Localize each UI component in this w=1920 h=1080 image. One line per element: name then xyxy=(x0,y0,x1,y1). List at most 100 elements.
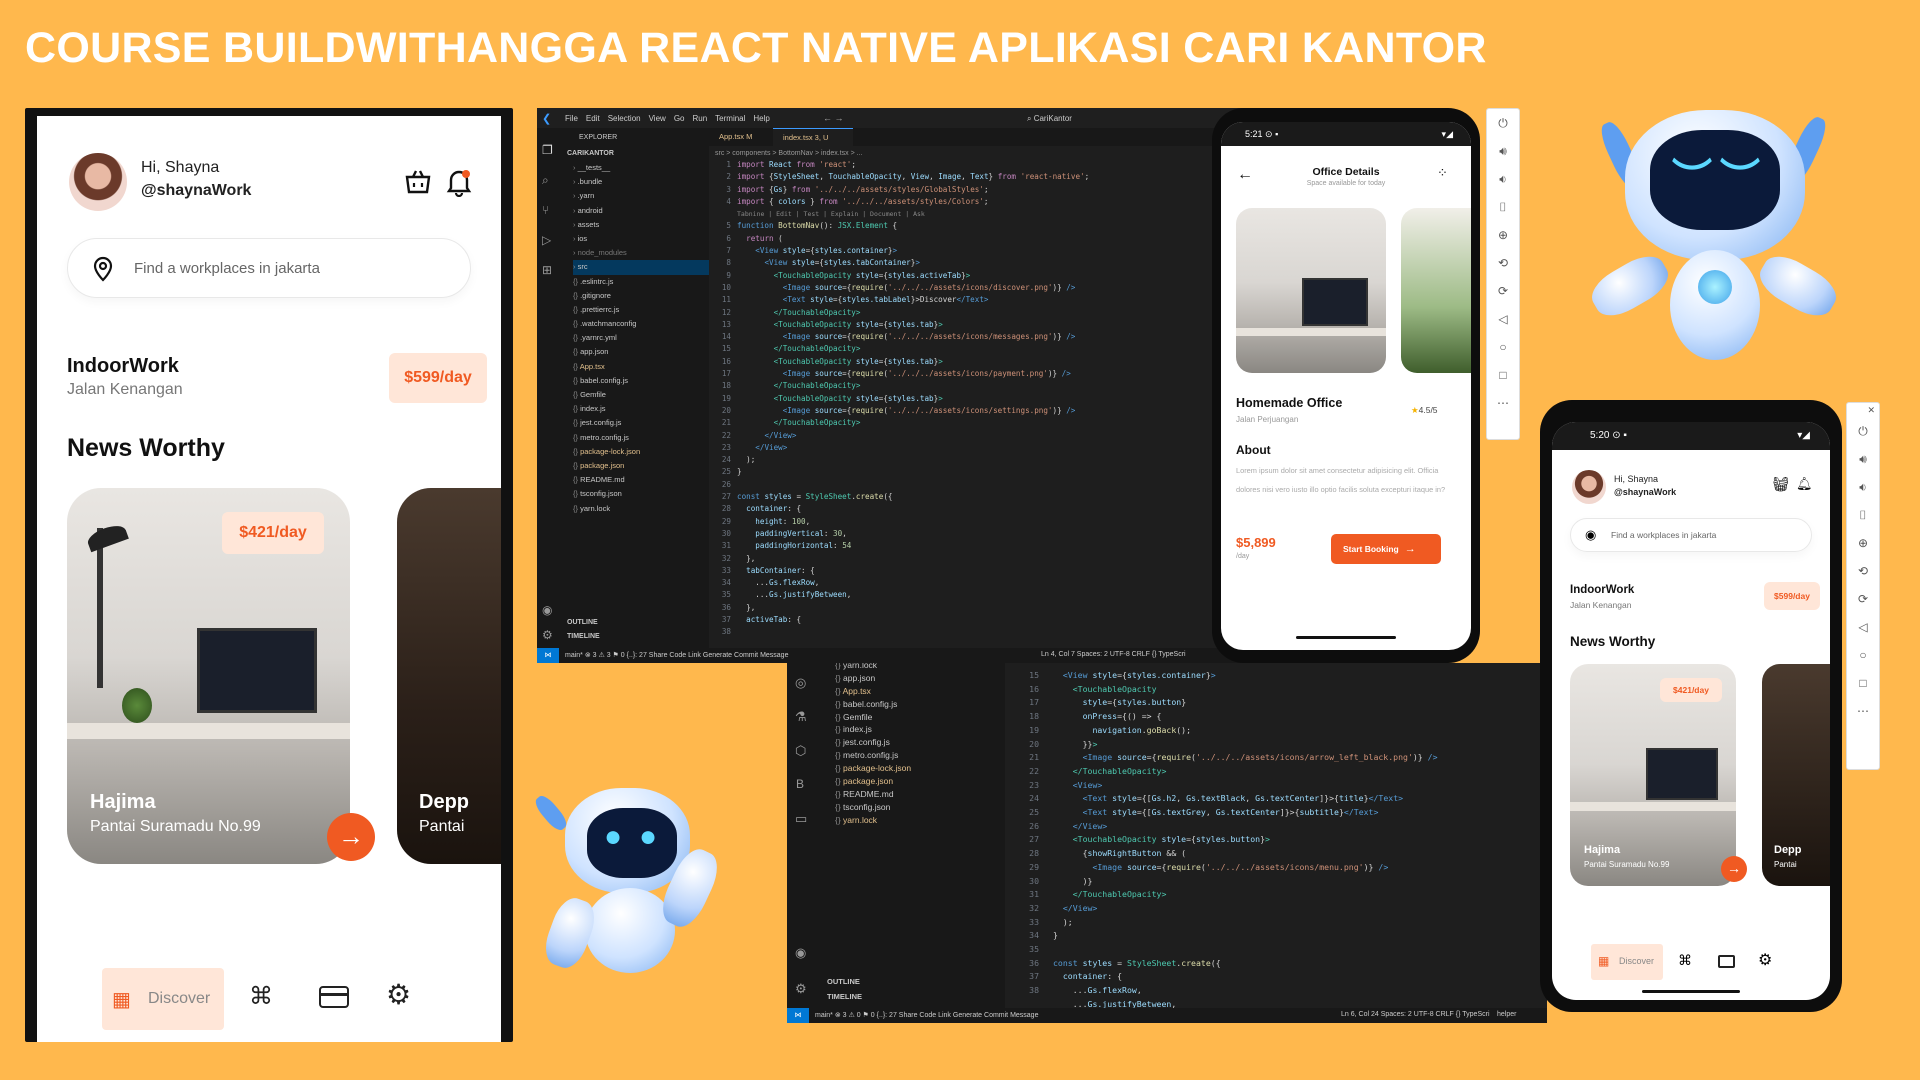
menu-item[interactable]: Help xyxy=(753,114,769,123)
overview-icon[interactable]: □ xyxy=(1847,669,1879,697)
file-item[interactable]: {} README.md xyxy=(573,473,709,487)
arrow-right-button[interactable]: → xyxy=(327,813,375,861)
home-icon[interactable]: ○ xyxy=(1847,641,1879,669)
payment-card-icon[interactable] xyxy=(319,986,349,1008)
messages-icon[interactable]: ⌘ xyxy=(249,982,273,1011)
file-item[interactable]: {} App.tsx xyxy=(835,685,1005,698)
tab-index-tsx[interactable]: index.tsx 3, U xyxy=(773,128,853,146)
file-item[interactable]: {} metro.config.js xyxy=(573,431,709,445)
featured-name[interactable]: IndoorWork xyxy=(67,355,179,378)
payment-card-icon[interactable] xyxy=(1718,955,1735,968)
folder-item[interactable]: › ios xyxy=(573,232,709,246)
project-name[interactable]: CARIKANTOR xyxy=(567,150,614,157)
notification-bell-icon[interactable] xyxy=(445,167,473,198)
rotate-icon[interactable]: ⟲ xyxy=(1847,557,1879,585)
close-icon[interactable]: ✕ xyxy=(1847,403,1879,417)
manage-gear-icon[interactable]: ⚙ xyxy=(542,628,553,642)
more-icon[interactable]: ⋯ xyxy=(1487,389,1519,417)
timeline-section[interactable]: TIMELINE xyxy=(567,633,600,640)
remote-icon[interactable]: ⋈ xyxy=(787,1008,809,1023)
file-item[interactable]: {} app.json xyxy=(573,345,709,359)
file-item[interactable]: {} .watchmanconfig xyxy=(573,317,709,331)
nav-discover-tab[interactable]: ▦ Discover xyxy=(1591,944,1663,980)
folder-item[interactable]: › src xyxy=(573,260,709,275)
office-card[interactable]: Depp Pantai xyxy=(1762,664,1830,886)
file-item[interactable]: {} yarn.lock xyxy=(835,814,1005,827)
search-input[interactable]: ◉ Find a workplaces in jakarta xyxy=(1570,518,1812,552)
account-icon[interactable]: ◉ xyxy=(795,945,806,961)
volume-up-icon[interactable]: 🔊︎ xyxy=(1487,137,1519,165)
extensions-icon[interactable]: ⊞ xyxy=(542,263,552,277)
zoom-icon[interactable]: ⊕ xyxy=(1487,221,1519,249)
back-icon[interactable]: ◁ xyxy=(1487,305,1519,333)
code-editor[interactable]: import React from 'react'; import {Style… xyxy=(737,159,1089,626)
file-item[interactable]: {} index.js xyxy=(573,402,709,416)
files-icon[interactable]: ❐ xyxy=(542,143,553,157)
search-icon[interactable]: ⌕ xyxy=(542,173,549,188)
menu-item[interactable]: Terminal xyxy=(715,114,745,123)
rotate-right-icon[interactable]: ⟳ xyxy=(1847,585,1879,613)
folder-item[interactable]: › .yarn xyxy=(573,189,709,203)
camera-icon[interactable]: ⌷ xyxy=(1487,193,1519,221)
rotate-right-icon[interactable]: ⟳ xyxy=(1487,277,1519,305)
file-item[interactable]: {} yarn.lock xyxy=(835,663,1005,672)
file-item[interactable]: {} babel.config.js xyxy=(573,374,709,388)
status-right[interactable]: Ln 4, Col 7 Spaces: 2 UTF-8 CRLF {} Type… xyxy=(1041,651,1186,658)
status-right[interactable]: Ln 6, Col 24 Spaces: 2 UTF-8 CRLF {} Typ… xyxy=(1341,1011,1490,1018)
folder-item[interactable]: › __tests__ xyxy=(573,161,709,175)
overview-icon[interactable]: □ xyxy=(1487,361,1519,389)
file-item[interactable]: {} .yarnrc.yml xyxy=(573,331,709,345)
power-icon[interactable]: ⏻ xyxy=(1847,417,1879,445)
outline-section[interactable]: OUTLINE xyxy=(827,977,860,986)
volume-down-icon[interactable]: 🔉︎ xyxy=(1487,165,1519,193)
notification-bell-icon[interactable]: 🔔︎ xyxy=(1796,476,1813,492)
folder-item[interactable]: › android xyxy=(573,204,709,218)
command-search[interactable]: ⌕ CariKantor xyxy=(1027,114,1072,124)
b-extension-icon[interactable]: B xyxy=(796,777,804,791)
timeline-section[interactable]: TIMELINE xyxy=(827,992,862,1001)
file-item[interactable]: {} Gemfile xyxy=(835,711,1005,724)
file-item[interactable]: {} jest.config.js xyxy=(573,416,709,430)
account-icon[interactable]: ◉ xyxy=(542,603,552,617)
testing-icon[interactable]: ⚗ xyxy=(795,709,807,725)
file-item[interactable]: {} app.json xyxy=(835,672,1005,685)
zoom-icon[interactable]: ⊕ xyxy=(1847,529,1879,557)
rotate-icon[interactable]: ⟲ xyxy=(1487,249,1519,277)
office-photo[interactable] xyxy=(1401,208,1471,373)
menu-item[interactable]: Edit xyxy=(586,114,600,123)
more-icon[interactable]: ⋯ xyxy=(1847,697,1879,725)
file-item[interactable]: {} .gitignore xyxy=(573,289,709,303)
home-icon[interactable]: ○ xyxy=(1487,333,1519,361)
avatar[interactable] xyxy=(69,153,127,211)
folder-item[interactable]: › node_modules xyxy=(573,246,709,260)
volume-up-icon[interactable]: 🔊︎ xyxy=(1847,445,1879,473)
file-item[interactable]: {} tsconfig.json xyxy=(573,487,709,501)
basket-icon[interactable]: 🧺︎ xyxy=(1772,476,1790,493)
folder-item[interactable]: › assets xyxy=(573,218,709,232)
nav-arrows-icon[interactable]: ← → xyxy=(823,113,844,123)
file-item[interactable]: {} package.json xyxy=(573,459,709,473)
chat-icon[interactable]: ▭ xyxy=(795,811,807,827)
search-input[interactable]: Find a workplaces in jakarta xyxy=(67,238,471,298)
file-item[interactable]: {} babel.config.js xyxy=(835,698,1005,711)
file-item[interactable]: {} README.md xyxy=(835,788,1005,801)
messages-icon[interactable]: ⌘ xyxy=(1678,952,1692,969)
avatar[interactable] xyxy=(1572,470,1606,504)
tab-app-tsx[interactable]: App.tsx M xyxy=(709,128,773,146)
manage-gear-icon[interactable]: ⚙ xyxy=(795,981,807,997)
file-item[interactable]: {} .prettierrc.js xyxy=(573,303,709,317)
power-icon[interactable]: ⏻ xyxy=(1487,109,1519,137)
back-icon[interactable]: ◁ xyxy=(1847,613,1879,641)
file-item[interactable]: {} jest.config.js xyxy=(835,736,1005,749)
folder-item[interactable]: › .bundle xyxy=(573,175,709,189)
menu-item[interactable]: Go xyxy=(674,114,685,123)
menu-icon[interactable]: ⁘ xyxy=(1437,165,1448,181)
office-card[interactable]: $421/day Hajima Pantai Suramadu No.99 xyxy=(1570,664,1736,886)
source-control-icon[interactable]: ⑂ xyxy=(542,203,549,217)
menu-item[interactable]: Selection xyxy=(608,114,641,123)
featured-name[interactable]: IndoorWork xyxy=(1570,584,1634,596)
volume-down-icon[interactable]: 🔉︎ xyxy=(1847,473,1879,501)
file-item[interactable]: {} package-lock.json xyxy=(835,762,1005,775)
settings-gear-icon[interactable]: ⚙ xyxy=(386,978,411,1011)
outline-section[interactable]: OUTLINE xyxy=(567,619,598,626)
